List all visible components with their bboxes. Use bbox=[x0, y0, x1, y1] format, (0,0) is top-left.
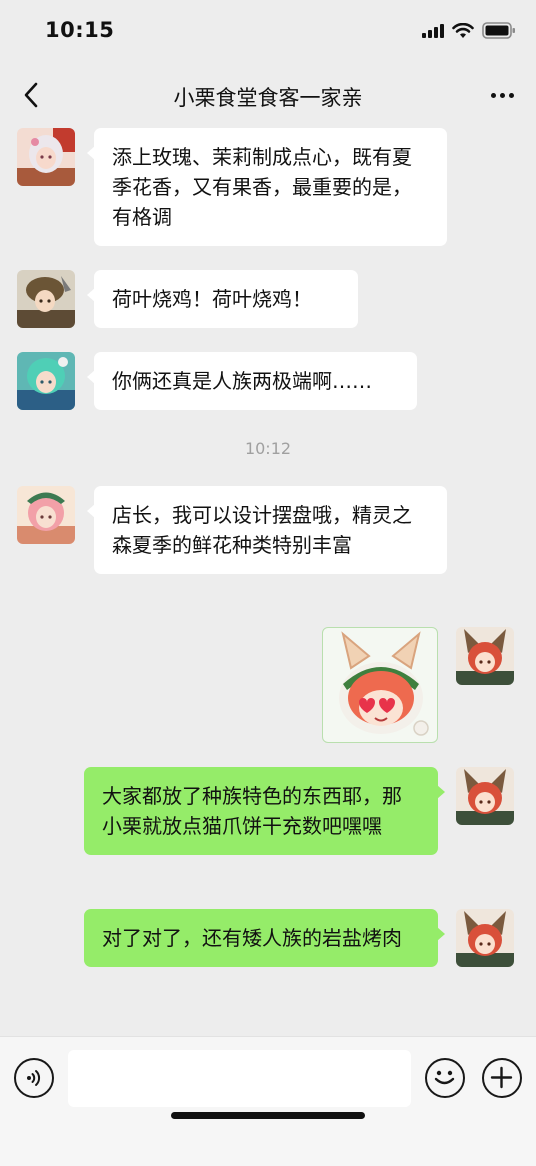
battery-icon bbox=[482, 22, 515, 39]
my-avatar[interactable] bbox=[456, 627, 514, 685]
message-bubble[interactable]: 店长，我可以设计摆盘哦，精灵之森夏季的鲜花种类特别丰富 bbox=[87, 486, 447, 574]
avatar[interactable] bbox=[17, 352, 75, 410]
avatar[interactable] bbox=[17, 486, 75, 544]
ellipsis-icon bbox=[490, 92, 496, 98]
message-bubble[interactable]: 大家都放了种族特色的东西耶，那小栗就放点猫爪饼干充数吧嘿嘿 bbox=[84, 767, 445, 855]
status-icons bbox=[422, 22, 516, 39]
time-divider: 10:12 bbox=[244, 439, 292, 458]
message-input[interactable] bbox=[68, 1050, 411, 1107]
message-bubble[interactable]: 添上玫瑰、茉莉制成点心，既有夏季花香，又有果香，最重要的是，有格调 bbox=[87, 128, 447, 246]
status-bar: 10:15 bbox=[0, 0, 536, 62]
input-bar bbox=[0, 1036, 536, 1166]
more-button[interactable] bbox=[482, 78, 522, 112]
home-indicator bbox=[171, 1112, 365, 1119]
emoji-button[interactable] bbox=[425, 1058, 465, 1098]
avatar[interactable] bbox=[17, 128, 75, 186]
heart-eyes-fox-girl-sticker bbox=[339, 631, 429, 736]
plus-icon bbox=[490, 1066, 513, 1089]
message-bubble[interactable]: 你俩还真是人族两极端啊…… bbox=[87, 352, 417, 410]
wifi-icon bbox=[452, 22, 474, 38]
my-avatar[interactable] bbox=[456, 909, 514, 967]
status-time: 10:15 bbox=[45, 18, 115, 42]
message-bubble[interactable]: 对了对了，还有矮人族的岩盐烤肉 bbox=[84, 909, 445, 967]
message-bubble[interactable]: 荷叶烧鸡！荷叶烧鸡！ bbox=[87, 270, 358, 328]
smiley-icon bbox=[434, 1070, 455, 1085]
voice-button[interactable] bbox=[14, 1058, 54, 1098]
more-functions-button[interactable] bbox=[482, 1058, 522, 1098]
chat-screen: 10:15 小栗食堂食客一家亲 添上玫瑰、茉莉制成点心，既有夏季花香，又有果香，… bbox=[0, 0, 536, 1166]
cellular-signal-icon bbox=[422, 23, 444, 38]
avatar[interactable] bbox=[17, 270, 75, 328]
my-avatar[interactable] bbox=[456, 767, 514, 825]
sticker-message[interactable] bbox=[322, 627, 438, 743]
chat-title: 小栗食堂食客一家亲 bbox=[173, 86, 363, 110]
voice-icon bbox=[27, 1070, 41, 1086]
nav-bar: 小栗食堂食客一家亲 bbox=[0, 62, 536, 128]
